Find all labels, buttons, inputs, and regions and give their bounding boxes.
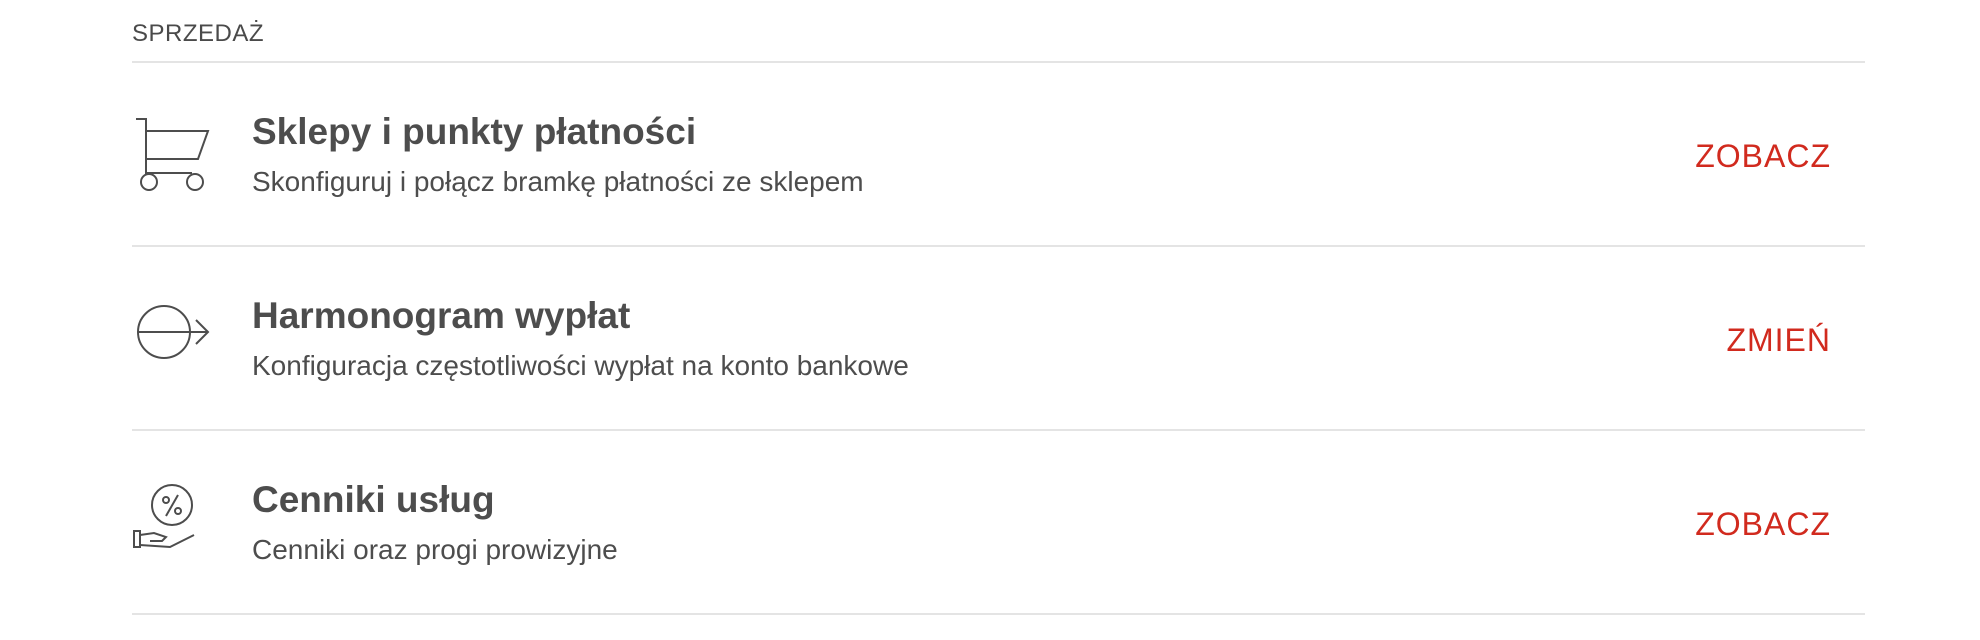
section-title: SPRZEDAŻ	[132, 20, 265, 47]
row-title: Harmonogram wypłat	[252, 295, 631, 336]
view-shops-button[interactable]: ZOBACZ	[1695, 138, 1831, 175]
list-item-payout-schedule: Harmonogram wypłat Konfiguracja częstotl…	[132, 247, 1865, 429]
list-item-price-lists: Cenniki usług Cenniki oraz progi prowizy…	[132, 431, 1865, 613]
cart-icon	[132, 115, 212, 195]
percent-hand-icon	[132, 481, 212, 561]
divider	[132, 613, 1865, 615]
row-subtitle: Konfiguracja częstotliwości wypłat na ko…	[252, 350, 909, 381]
row-title: Sklepy i punkty płatności	[252, 111, 697, 152]
row-subtitle: Skonfiguruj i połącz bramkę płatności ze…	[252, 166, 864, 197]
payout-arrow-icon	[132, 292, 212, 372]
list-item-shops: Sklepy i punkty płatności Skonfiguruj i …	[132, 63, 1865, 245]
view-price-lists-button[interactable]: ZOBACZ	[1695, 506, 1831, 543]
change-payout-schedule-button[interactable]: ZMIEŃ	[1726, 322, 1831, 359]
row-subtitle: Cenniki oraz progi prowizyjne	[252, 534, 618, 565]
row-title: Cenniki usług	[252, 479, 495, 520]
